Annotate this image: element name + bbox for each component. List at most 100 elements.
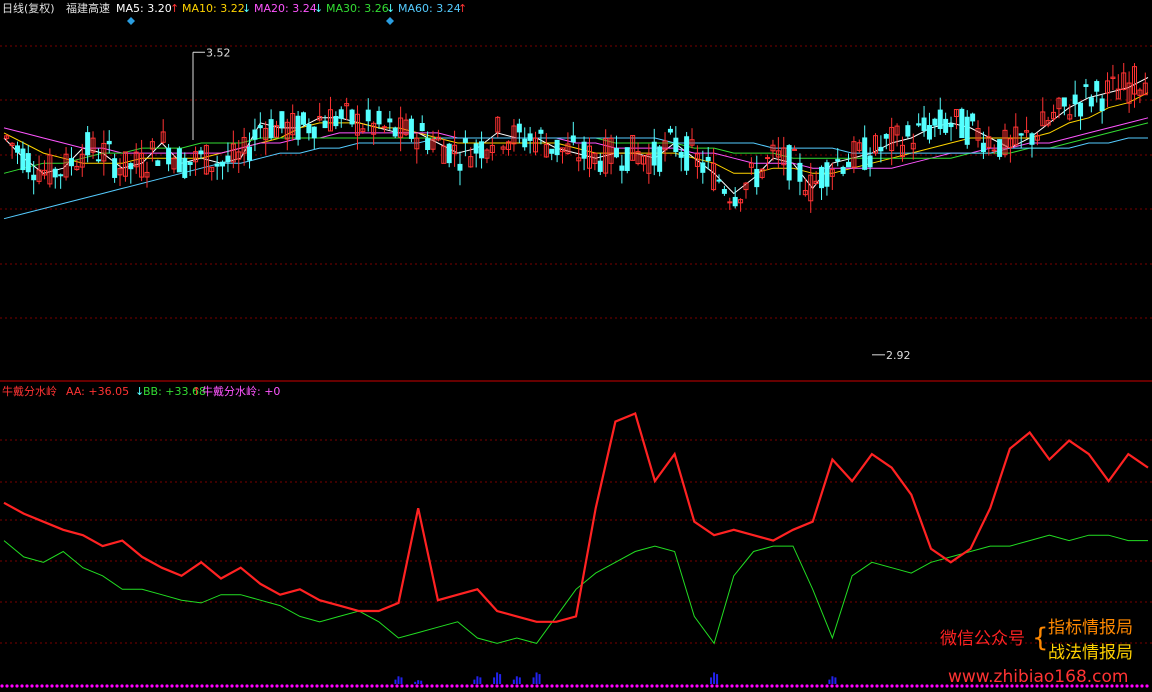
axis-dot — [295, 684, 299, 688]
candle — [1142, 72, 1148, 96]
axis-dot — [935, 684, 939, 688]
candle — [743, 181, 749, 199]
moving-average-lines — [3, 77, 1149, 220]
indicator-histogram — [394, 672, 837, 684]
candle — [1099, 95, 1105, 124]
histogram-bar — [479, 677, 482, 684]
candle — [1024, 116, 1030, 138]
axis-dot — [705, 684, 709, 688]
markers — [127, 17, 885, 356]
candle — [840, 165, 846, 177]
axis-dot — [710, 684, 714, 688]
axis-dot — [750, 684, 754, 688]
watermark-right-top: 指标情报局 — [1048, 618, 1133, 638]
axis-dot — [595, 684, 599, 688]
axis-dot — [920, 684, 924, 688]
axis-dot — [0, 684, 4, 688]
axis-dot — [730, 684, 734, 688]
watermark-brace: { — [1032, 623, 1049, 653]
axis-dot — [525, 684, 529, 688]
candle — [58, 173, 64, 189]
axis-dot — [40, 684, 44, 688]
event-marker-0[interactable] — [127, 17, 135, 25]
axis-dot — [185, 684, 189, 688]
axis-dot — [240, 684, 244, 688]
candle — [20, 141, 26, 174]
candle — [959, 107, 965, 139]
axis-dot — [355, 684, 359, 688]
candle — [376, 106, 382, 129]
axis-dot — [50, 684, 54, 688]
axis-dot — [455, 684, 459, 688]
axis-dot — [100, 684, 104, 688]
axis-dot — [560, 684, 564, 688]
axis-dot — [310, 684, 314, 688]
axis-dot — [930, 684, 934, 688]
candle — [581, 136, 587, 171]
axis-dot — [415, 684, 419, 688]
candle — [538, 127, 544, 145]
ma-legend-arrow-2: ↓ — [314, 2, 323, 15]
histogram-bar — [417, 680, 420, 684]
candle — [1121, 62, 1127, 91]
axis-dot — [390, 684, 394, 688]
stock-name[interactable]: 福建高速 — [66, 1, 110, 15]
candle — [613, 135, 619, 159]
histogram-bar — [512, 679, 515, 684]
axis-dot — [825, 684, 829, 688]
candle — [1029, 132, 1035, 158]
axis-dot — [735, 684, 739, 688]
candle — [247, 132, 253, 169]
axis-dot — [305, 684, 309, 688]
axis-dot — [365, 684, 369, 688]
axis-dot — [480, 684, 484, 688]
histogram-bar — [397, 676, 400, 684]
candle — [937, 97, 943, 135]
price-grid — [0, 45, 1152, 382]
candle — [52, 166, 58, 189]
histogram-bar — [716, 674, 719, 684]
ma60-line — [3, 137, 1148, 220]
axis-dot — [55, 684, 59, 688]
axis-dot — [225, 684, 229, 688]
histogram-bar — [400, 677, 403, 684]
candle — [516, 118, 522, 144]
axis-dot — [795, 684, 799, 688]
axis-dot — [20, 684, 24, 688]
candle — [1094, 79, 1100, 103]
axis-dot — [215, 684, 219, 688]
candle — [667, 125, 673, 135]
histogram-bar — [496, 672, 499, 684]
low-price-label: 2.92 — [886, 349, 911, 362]
candle — [322, 115, 328, 129]
candle — [624, 147, 630, 174]
candle — [112, 153, 118, 183]
axis-dot — [160, 684, 164, 688]
candle — [187, 161, 193, 176]
candle — [1072, 80, 1078, 118]
axis-dot — [15, 684, 19, 688]
axis-dot — [290, 684, 294, 688]
axis-dot — [895, 684, 899, 688]
histogram-bar — [831, 676, 834, 684]
event-marker-1[interactable] — [386, 17, 394, 25]
histogram-bar — [499, 674, 502, 684]
axis-dot — [850, 684, 854, 688]
axis-dot — [335, 684, 339, 688]
axis-dot — [195, 684, 199, 688]
axis-dot — [810, 684, 814, 688]
candle — [392, 126, 398, 139]
candle — [657, 145, 663, 177]
axis-dot — [370, 684, 374, 688]
axis-dot — [660, 684, 664, 688]
axis-dot — [320, 684, 324, 688]
axis-dot — [860, 684, 864, 688]
candle — [338, 106, 344, 128]
candle — [268, 109, 274, 140]
histogram-bar — [394, 679, 397, 684]
axis-dot — [640, 684, 644, 688]
histogram-bar — [473, 679, 476, 684]
candle — [220, 160, 226, 180]
stock-chart[interactable]: 日线(复权) 福建高速 MA5: 3.20↑ MA10: 3.22↓ MA20: 3… — [0, 0, 1152, 692]
axis-dot — [840, 684, 844, 688]
